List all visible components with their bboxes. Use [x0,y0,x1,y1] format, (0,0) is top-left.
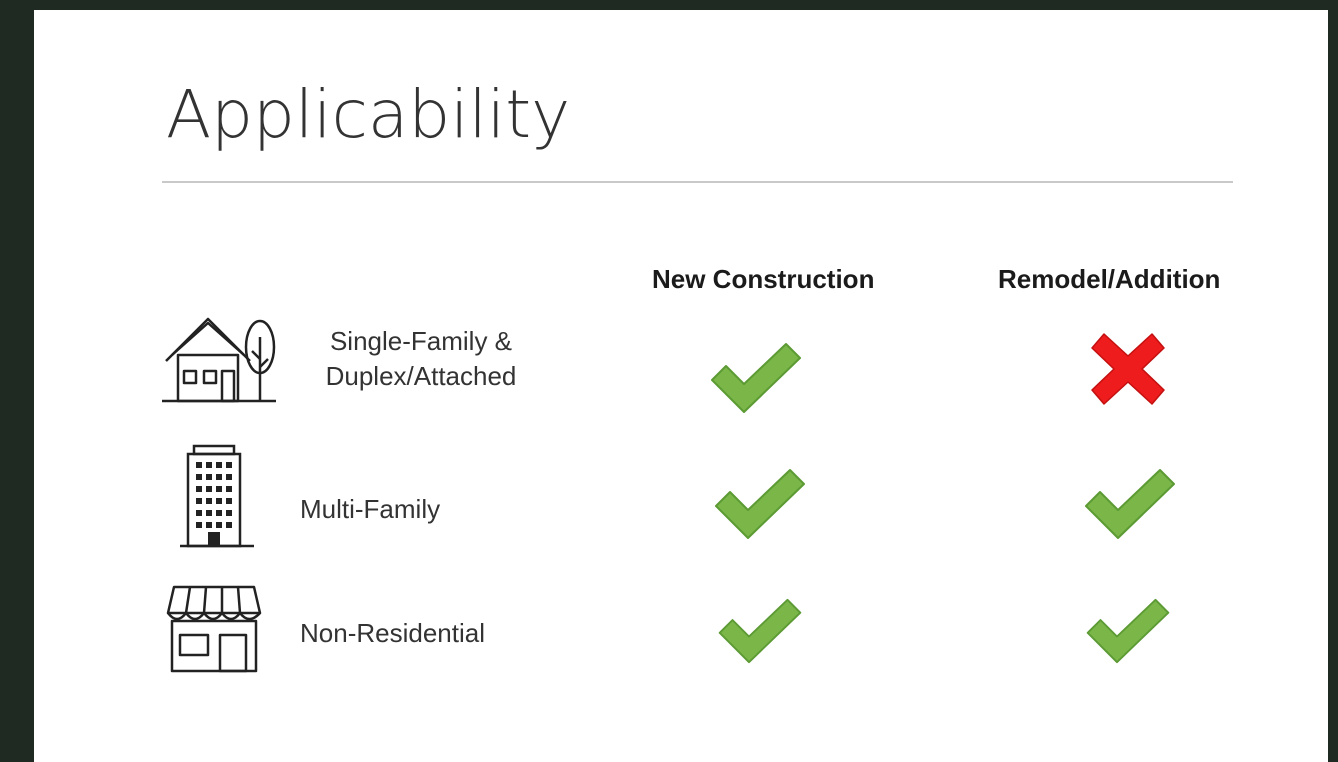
check-icon [1085,469,1175,539]
column-header-new-construction: New Construction [652,264,875,294]
slide: Applicability New Construction Remodel/A… [34,10,1328,762]
check-icon [711,343,801,413]
row-label-line-2: Duplex/Attached [325,361,517,392]
check-icon [715,469,805,539]
row-label-line-1: Single-Family & [329,326,513,356]
slide-title: Applicability [166,76,571,153]
cross-icon [1091,333,1165,405]
check-icon [718,598,802,664]
house-tree-icon [162,317,276,403]
title-divider [162,181,1233,183]
row-label-single-family: Single-Family & Duplex/Attached [306,324,536,394]
row-label-multi-family: Multi-Family [300,494,441,524]
check-icon [1086,598,1170,664]
storefront-icon [166,585,262,673]
row-label-non-residential: Non-Residential [300,618,485,648]
column-header-remodel-addition: Remodel/Addition [998,264,1221,294]
office-building-icon [180,444,254,548]
